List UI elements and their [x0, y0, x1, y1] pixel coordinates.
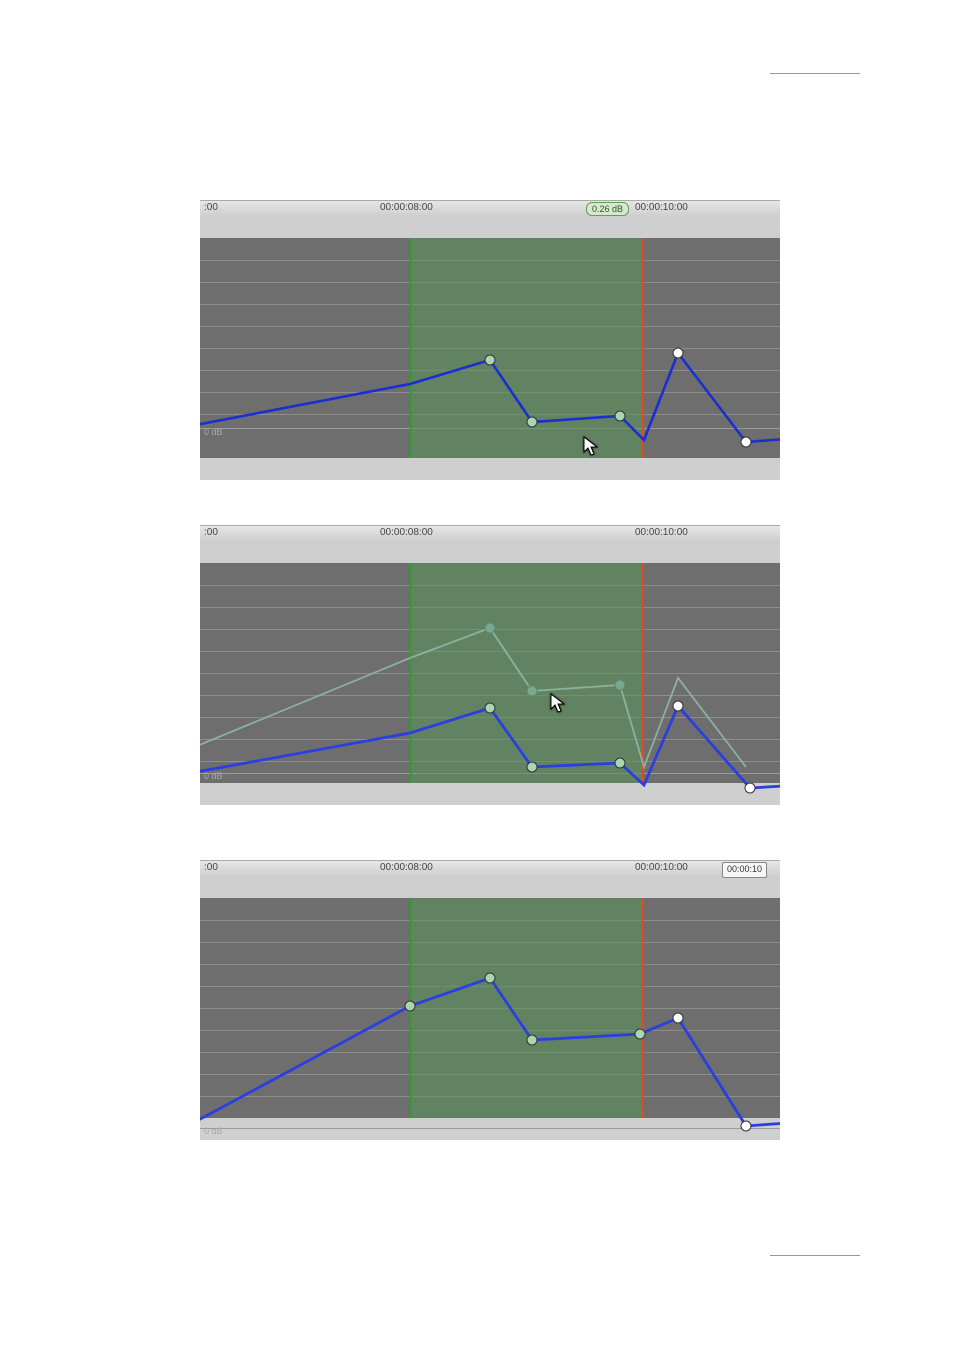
envelope-ghost — [200, 628, 746, 767]
time-ruler[interactable]: :00 00:00:08:00 00:00:10:00 0.26 dB — [200, 200, 780, 220]
envelope-node[interactable] — [741, 1121, 751, 1131]
envelope-node[interactable] — [485, 973, 495, 983]
time-ruler[interactable]: :00 00:00:08:00 00:00:10:00 — [200, 525, 780, 545]
envelope-node[interactable] — [741, 437, 751, 447]
timeline-panel-3[interactable]: :00 00:00:08:00 00:00:10:00 00:00:10 0 d… — [200, 860, 780, 1140]
ruler-tick: 00:00:08:00 — [380, 862, 433, 873]
envelope-node[interactable] — [635, 1029, 645, 1039]
value-badge: 0.26 dB — [586, 202, 629, 216]
envelope-node[interactable] — [615, 411, 625, 421]
timeline-panel-2[interactable]: :00 00:00:08:00 00:00:10:00 0 dB — [200, 525, 780, 805]
header-rule — [770, 73, 860, 74]
envelope-line[interactable] — [200, 978, 780, 1130]
ruler-tick: 00:00:10:00 — [635, 527, 688, 538]
envelope-svg[interactable] — [200, 563, 780, 803]
envelope-node[interactable] — [405, 1001, 415, 1011]
ruler-tick: :00 — [204, 527, 218, 538]
envelope-node[interactable] — [615, 758, 625, 768]
envelope-node[interactable] — [673, 348, 683, 358]
nodes-green[interactable] — [405, 973, 645, 1045]
envelope-node[interactable] — [527, 762, 537, 772]
time-ruler[interactable]: :00 00:00:08:00 00:00:10:00 00:00:10 — [200, 860, 780, 880]
nodes-green[interactable] — [485, 703, 625, 772]
timeline-panel-1[interactable]: :00 00:00:08:00 00:00:10:00 0.26 dB 0 dB — [200, 200, 780, 480]
envelope-node[interactable] — [745, 783, 755, 793]
envelope-node[interactable] — [485, 355, 495, 365]
envelope-line[interactable] — [200, 706, 780, 788]
envelope-node[interactable] — [527, 1035, 537, 1045]
page: :00 00:00:08:00 00:00:10:00 0.26 dB 0 dB — [0, 0, 954, 1350]
track-inner[interactable]: 0 dB — [200, 898, 780, 1118]
envelope-node[interactable] — [485, 703, 495, 713]
envelope-svg[interactable] — [200, 238, 780, 458]
envelope-node[interactable] — [527, 686, 537, 696]
track-body[interactable]: 0 dB — [200, 228, 780, 480]
envelope-node[interactable] — [615, 680, 625, 690]
time-badge: 00:00:10 — [722, 862, 767, 878]
nodes-ghost — [485, 623, 625, 696]
envelope-node[interactable] — [527, 417, 537, 427]
envelope-node[interactable] — [673, 1013, 683, 1023]
envelope-line[interactable] — [200, 353, 780, 442]
ruler-tick: 00:00:10:00 — [635, 862, 688, 873]
track-inner[interactable]: 0 dB — [200, 563, 780, 783]
track-inner[interactable]: 0 dB — [200, 238, 780, 458]
ruler-tick: 00:00:10:00 — [635, 202, 688, 213]
track-body[interactable]: 0 dB — [200, 888, 780, 1140]
ruler-tick: 00:00:08:00 — [380, 527, 433, 538]
ruler-tick: 00:00:08:00 — [380, 202, 433, 213]
footer-rule — [770, 1255, 860, 1256]
track-body[interactable]: 0 dB — [200, 553, 780, 805]
envelope-node[interactable] — [673, 701, 683, 711]
ruler-tick: :00 — [204, 862, 218, 873]
envelope-node[interactable] — [485, 623, 495, 633]
envelope-svg[interactable] — [200, 898, 780, 1140]
ruler-tick: :00 — [204, 202, 218, 213]
